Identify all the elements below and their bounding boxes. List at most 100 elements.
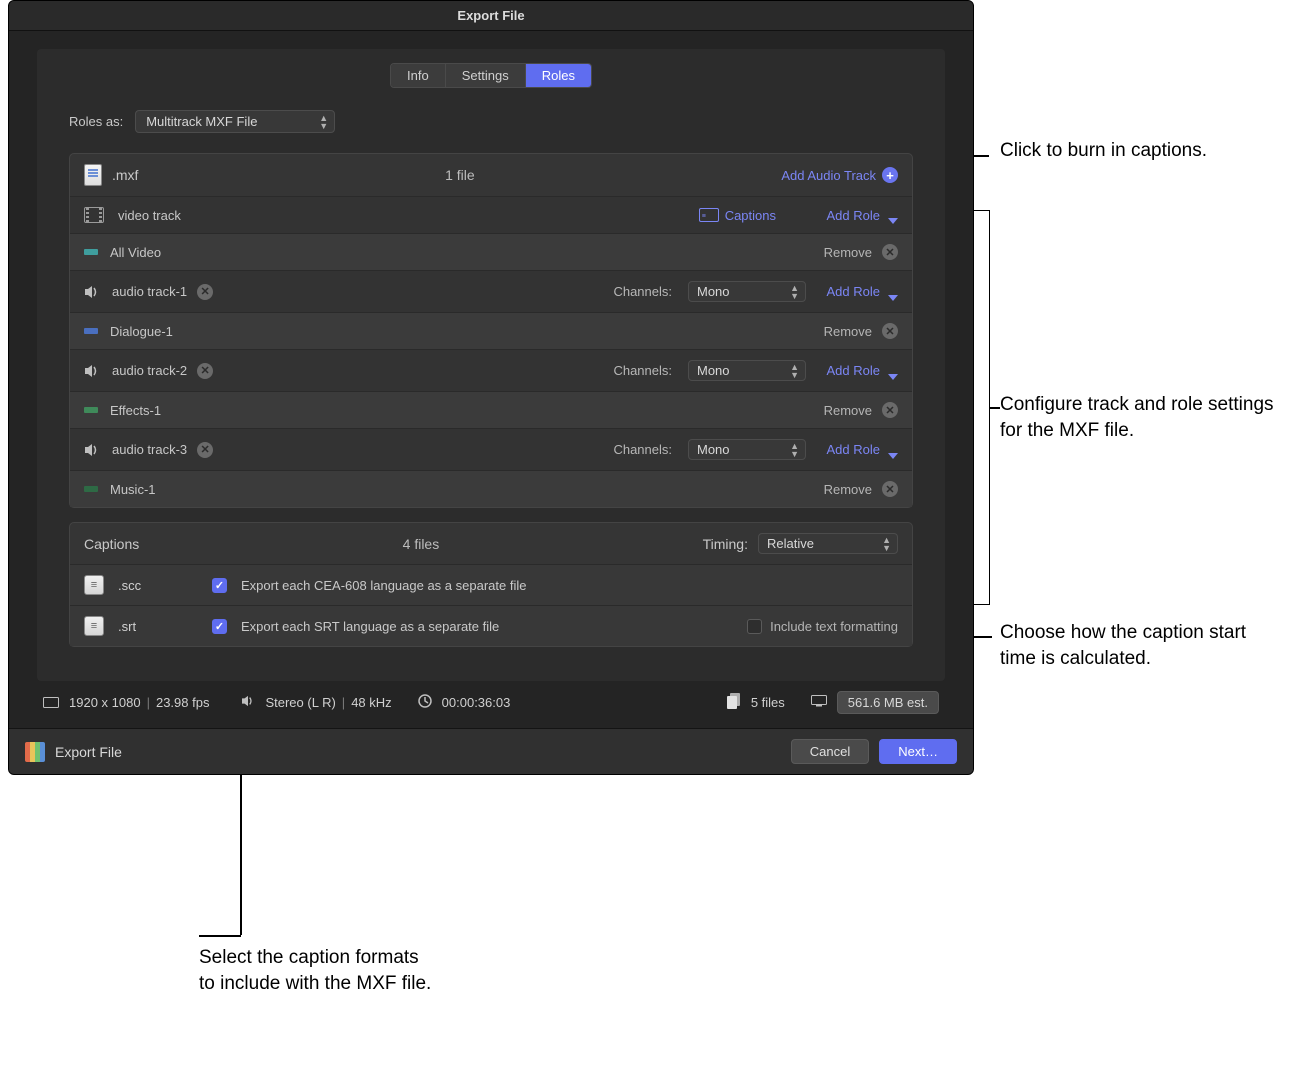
tab-settings[interactable]: Settings — [446, 64, 526, 87]
roles-as-select[interactable]: Multitrack MXF File ▲▼ — [135, 110, 335, 133]
caption-ext: .srt — [118, 619, 198, 634]
roles-as-label: Roles as: — [69, 114, 123, 129]
chevron-down-icon — [888, 212, 898, 218]
export-srt-label: Export each SRT language as a separate f… — [241, 619, 499, 634]
caption-file-icon — [84, 575, 104, 595]
timing-select[interactable]: Relative ▲▼ — [758, 533, 898, 554]
audio-track-row: audio track-1 ✕ Channels: Mono ▲▼ Add Ro… — [70, 271, 912, 313]
add-role-button[interactable]: Add Role — [816, 363, 898, 378]
caption-row-srt: .srt Export each SRT language as a separ… — [70, 605, 912, 646]
remove-role-button[interactable]: Remove — [824, 245, 872, 260]
fps-value: 23.98 fps — [156, 695, 210, 710]
timecode-value: 00:00:36:03 — [442, 695, 511, 710]
channels-select[interactable]: Mono ▲▼ — [688, 281, 806, 302]
updown-icon: ▲▼ — [790, 442, 799, 458]
captions-group: Captions 4 files Timing: Relative ▲▼ .sc… — [69, 522, 913, 647]
film-icon — [84, 207, 104, 223]
cancel-button[interactable]: Cancel — [791, 739, 869, 764]
role-name: Dialogue-1 — [110, 324, 173, 339]
updown-icon: ▲▼ — [790, 363, 799, 379]
role-name: All Video — [110, 245, 161, 260]
size-estimate: 561.6 MB est. — [837, 691, 939, 714]
role-row-all-video: All Video Remove ✕ — [70, 234, 912, 271]
color-swatch-icon — [84, 486, 98, 492]
tab-bar: Info Settings Roles — [69, 63, 913, 88]
audio-track-row: audio track-2 ✕ Channels: Mono ▲▼ Add Ro… — [70, 350, 912, 392]
clock-icon — [418, 694, 432, 711]
export-dialog: Export File Info Settings Roles Roles as… — [8, 0, 974, 775]
remove-role-button[interactable]: Remove — [824, 403, 872, 418]
speaker-icon — [241, 695, 255, 710]
chevron-down-icon — [888, 289, 898, 295]
captions-burn-button[interactable]: ≡ Captions — [699, 208, 776, 223]
caption-ext: .scc — [118, 578, 198, 593]
updown-icon: ▲▼ — [882, 536, 891, 552]
speaker-icon — [84, 285, 100, 299]
export-scc-label: Export each CEA-608 language as a separa… — [241, 578, 526, 593]
status-bar: 1920 x 1080 | 23.98 fps Stereo (L R) | 4… — [37, 681, 945, 714]
remove-role-button[interactable]: Remove — [824, 482, 872, 497]
remove-icon[interactable]: ✕ — [882, 481, 898, 497]
delete-track-icon[interactable]: ✕ — [197, 284, 213, 300]
role-row-dialogue: Dialogue-1 Remove ✕ — [70, 313, 912, 350]
remove-icon[interactable]: ✕ — [882, 323, 898, 339]
sample-rate-value: 48 kHz — [351, 695, 391, 710]
callout-configure: Configure track and role settings for th… — [1000, 392, 1290, 443]
files-icon — [727, 693, 741, 712]
add-role-button[interactable]: Add Role — [816, 208, 898, 223]
monitor-icon — [811, 695, 827, 710]
files-count: 5 files — [751, 695, 785, 710]
plus-icon: + — [882, 167, 898, 183]
tab-info[interactable]: Info — [391, 64, 446, 87]
chevron-down-icon — [888, 368, 898, 374]
export-file-icon — [25, 742, 45, 762]
video-track-row: video track ≡ Captions Add Role — [70, 197, 912, 234]
audio-track-row: audio track-3 ✕ Channels: Mono ▲▼ Add Ro… — [70, 429, 912, 471]
speaker-icon — [84, 443, 100, 457]
callout-timing: Choose how the caption start time is cal… — [1000, 620, 1280, 671]
channels-label: Channels: — [613, 284, 672, 299]
remove-icon[interactable]: ✕ — [882, 402, 898, 418]
include-formatting-label: Include text formatting — [770, 619, 898, 634]
remove-role-button[interactable]: Remove — [824, 324, 872, 339]
mxf-file-count: 1 file — [138, 167, 781, 183]
remove-icon[interactable]: ✕ — [882, 244, 898, 260]
role-name: Effects-1 — [110, 403, 161, 418]
role-row-music: Music-1 Remove ✕ — [70, 471, 912, 507]
tab-roles[interactable]: Roles — [526, 64, 591, 87]
callout-burn: Click to burn in captions. — [1000, 138, 1207, 164]
updown-icon: ▲▼ — [319, 114, 328, 130]
resolution-value: 1920 x 1080 — [69, 695, 141, 710]
delete-track-icon[interactable]: ✕ — [197, 442, 213, 458]
delete-track-icon[interactable]: ✕ — [197, 363, 213, 379]
mxf-group: .mxf 1 file Add Audio Track + video trac… — [69, 153, 913, 508]
color-swatch-icon — [84, 407, 98, 413]
file-icon — [84, 164, 102, 186]
color-swatch-icon — [84, 249, 98, 255]
include-formatting-checkbox[interactable] — [747, 619, 762, 634]
add-audio-track-button[interactable]: Add Audio Track + — [781, 167, 898, 183]
cc-icon: ≡ — [699, 208, 719, 222]
next-button[interactable]: Next… — [879, 739, 957, 764]
color-swatch-icon — [84, 328, 98, 334]
chevron-down-icon — [888, 447, 898, 453]
window-title: Export File — [9, 1, 973, 31]
caption-file-icon — [84, 616, 104, 636]
audio-value: Stereo (L R) — [265, 695, 335, 710]
channels-select[interactable]: Mono ▲▼ — [688, 439, 806, 460]
role-name: Music-1 — [110, 482, 156, 497]
channels-label: Channels: — [613, 442, 672, 457]
export-srt-checkbox[interactable] — [212, 619, 227, 634]
export-scc-checkbox[interactable] — [212, 578, 227, 593]
audio-track-label: audio track-2 — [112, 363, 187, 378]
captions-header: Captions — [84, 536, 139, 552]
audio-track-label: audio track-3 — [112, 442, 187, 457]
add-role-button[interactable]: Add Role — [816, 442, 898, 457]
add-role-button[interactable]: Add Role — [816, 284, 898, 299]
audio-track-label: audio track-1 — [112, 284, 187, 299]
mxf-ext: .mxf — [112, 167, 138, 183]
channels-select[interactable]: Mono ▲▼ — [688, 360, 806, 381]
callout-formats: Select the caption formats to include wi… — [199, 945, 431, 996]
display-icon — [43, 697, 59, 709]
captions-file-count: 4 files — [149, 536, 692, 552]
